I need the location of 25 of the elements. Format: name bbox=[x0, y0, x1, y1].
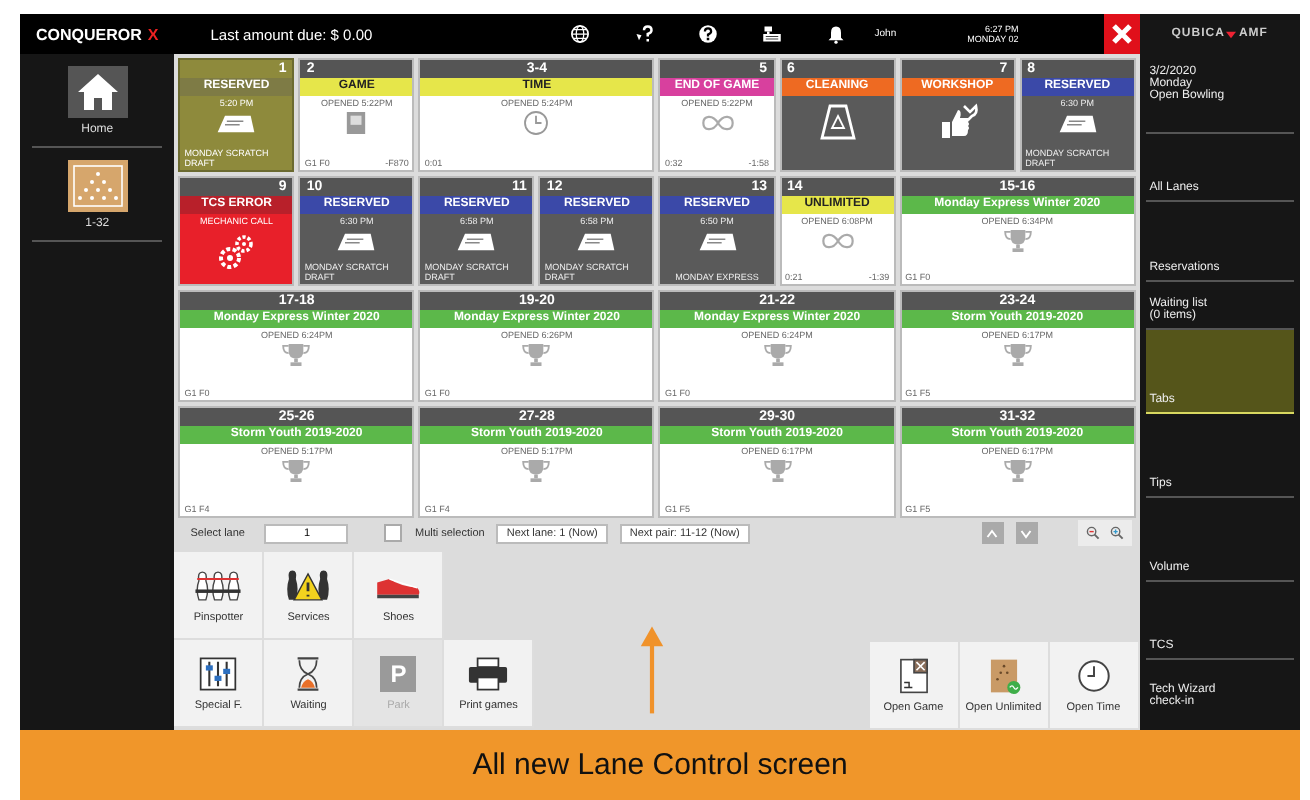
pins-warning-icon bbox=[282, 567, 335, 603]
home-icon bbox=[67, 66, 128, 118]
app-logo-mark: X bbox=[147, 25, 159, 43]
table-tent-icon bbox=[454, 228, 499, 254]
multi-selection-checkbox[interactable] bbox=[384, 524, 403, 542]
table-tent-icon bbox=[695, 228, 739, 254]
triangle-icon bbox=[1226, 29, 1237, 39]
zoom-in-icon[interactable] bbox=[1109, 526, 1124, 540]
parking-sign: P bbox=[380, 655, 417, 691]
bell-icon[interactable] bbox=[826, 24, 847, 44]
close-icon bbox=[1109, 22, 1134, 46]
table-tent-icon bbox=[1055, 110, 1100, 136]
help-icon[interactable] bbox=[698, 24, 719, 44]
globe-icon[interactable] bbox=[570, 24, 591, 44]
caption-text: All new Lane Control screen bbox=[472, 748, 848, 782]
close-button[interactable] bbox=[1103, 14, 1140, 54]
help-cursor-icon[interactable] bbox=[634, 24, 655, 44]
app-logo-text: CONQUEROR bbox=[36, 25, 142, 43]
bowling-pins-icon bbox=[192, 567, 245, 603]
table-tent-icon bbox=[574, 228, 619, 254]
table-tent-icon bbox=[334, 228, 379, 254]
cash-register-icon[interactable] bbox=[762, 24, 783, 44]
table-tent-icon bbox=[214, 110, 259, 136]
pin-triangle-icon bbox=[67, 160, 128, 212]
zoom-out-icon[interactable] bbox=[1085, 526, 1100, 540]
